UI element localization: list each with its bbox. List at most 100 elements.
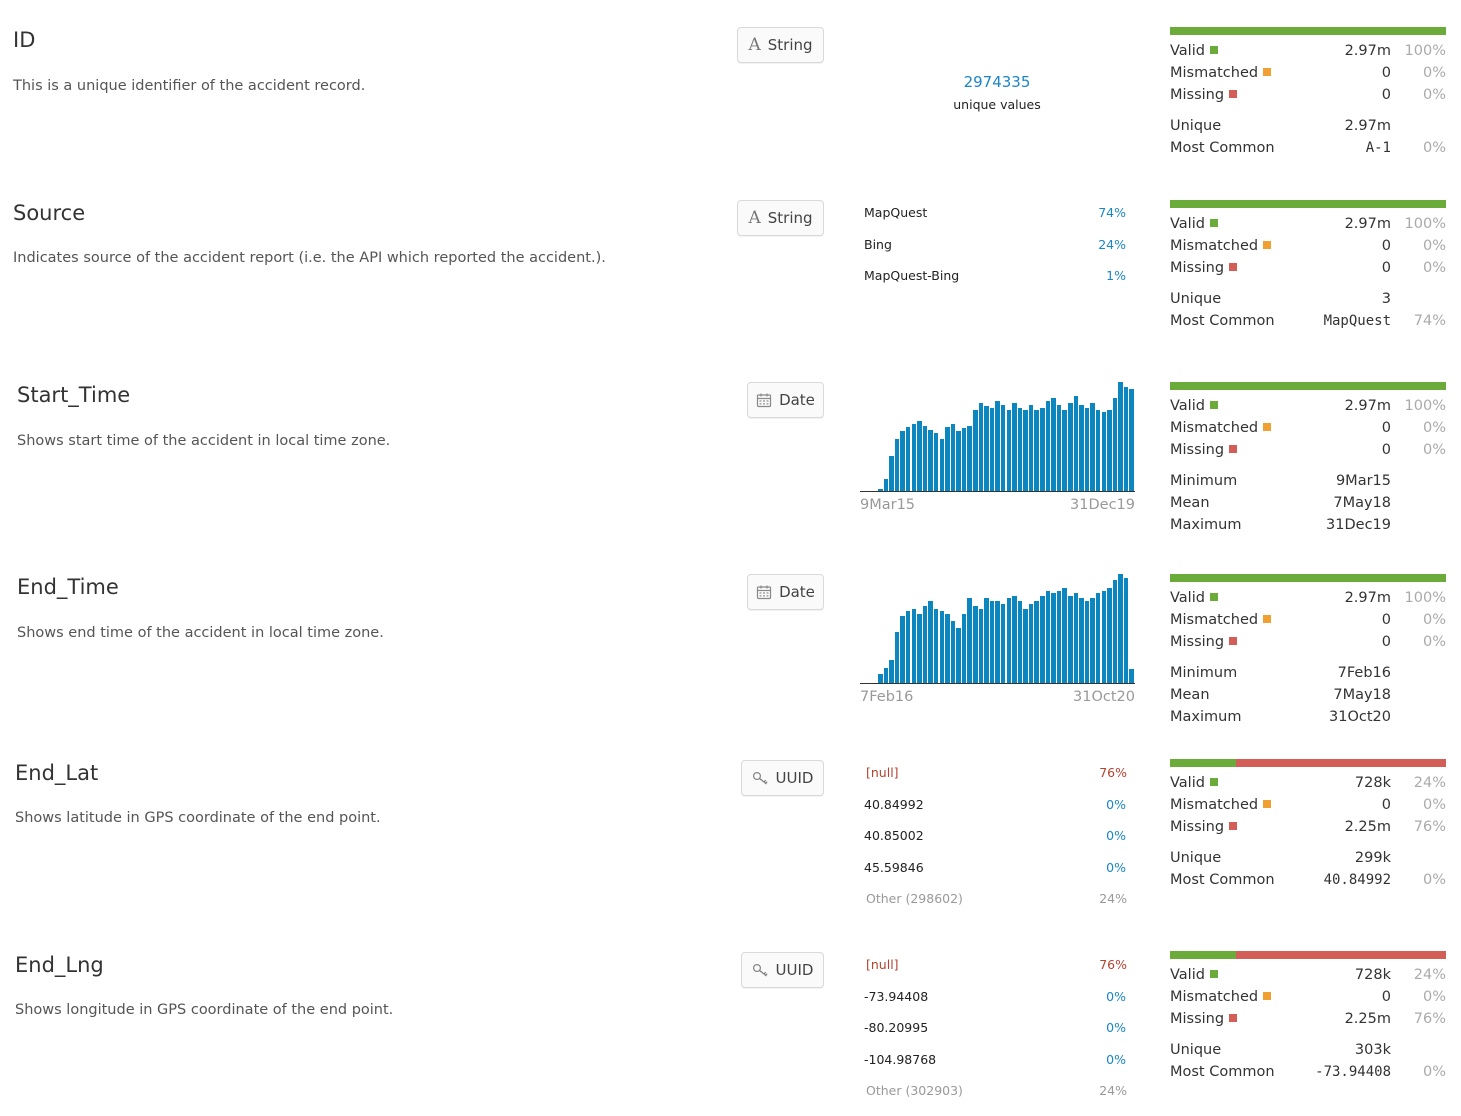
histogram-bar[interactable] <box>922 606 928 683</box>
histogram-bar[interactable] <box>939 438 944 491</box>
histogram-bar[interactable] <box>1129 389 1134 491</box>
histogram-bar[interactable] <box>889 456 894 491</box>
type-button[interactable]: A String <box>737 200 824 236</box>
histogram-bar[interactable] <box>1068 402 1073 491</box>
histogram-bar[interactable] <box>956 430 961 491</box>
histogram-bar[interactable] <box>961 613 967 683</box>
histogram-bar[interactable] <box>1123 386 1129 491</box>
histogram-bar[interactable] <box>900 616 905 683</box>
histogram-bar[interactable] <box>922 426 928 491</box>
histogram-bar[interactable] <box>1112 580 1118 683</box>
type-button[interactable]: Date <box>747 574 824 610</box>
type-button[interactable]: UUID <box>741 952 824 988</box>
histogram-bar[interactable] <box>933 608 939 683</box>
histogram-bar[interactable] <box>1006 598 1011 683</box>
histogram-bar[interactable] <box>905 427 911 491</box>
histogram-bar[interactable] <box>984 598 989 683</box>
histogram-bar[interactable] <box>989 600 995 683</box>
histogram-bar[interactable] <box>1040 595 1045 683</box>
histogram-bar[interactable] <box>911 608 916 683</box>
histogram-bar[interactable] <box>950 423 956 491</box>
histogram-bar[interactable] <box>1017 407 1023 491</box>
histogram-bar[interactable] <box>1101 412 1106 491</box>
type-button[interactable]: A String <box>737 27 824 63</box>
histogram-bar[interactable] <box>889 659 894 683</box>
histogram-bar[interactable] <box>995 600 1000 683</box>
histogram-bar[interactable] <box>1118 574 1123 683</box>
histogram-bar[interactable] <box>973 606 978 683</box>
histogram-bar[interactable] <box>1073 395 1078 491</box>
histogram-bar[interactable] <box>1090 598 1095 683</box>
stat-value: 0 <box>1381 797 1391 813</box>
histogram-bar[interactable] <box>1051 593 1056 683</box>
histogram-bar[interactable] <box>956 627 961 683</box>
histogram-bar[interactable] <box>1040 407 1045 491</box>
column-row-end-lat: End_Lat Shows latitude in GPS coordinate… <box>0 737 1461 929</box>
histogram-bar[interactable] <box>1095 409 1101 491</box>
histogram-bar[interactable] <box>1028 603 1034 683</box>
histogram-bar[interactable] <box>1056 590 1062 683</box>
histogram-bar[interactable] <box>928 429 933 491</box>
histogram-bar[interactable] <box>894 631 900 683</box>
histogram-bar[interactable] <box>1107 588 1112 683</box>
histogram-bar[interactable] <box>1045 590 1051 683</box>
histogram-bar[interactable] <box>878 674 883 683</box>
histogram-bar[interactable] <box>900 430 905 491</box>
histogram-bar[interactable] <box>1028 405 1034 491</box>
histogram-bar[interactable] <box>1056 405 1062 491</box>
histogram-bar[interactable] <box>1045 400 1051 491</box>
histogram-bar[interactable] <box>989 407 995 491</box>
histogram-bar[interactable] <box>995 400 1000 491</box>
histogram-bar[interactable] <box>1051 398 1056 491</box>
histogram-bar[interactable] <box>945 427 950 491</box>
histogram-bar[interactable] <box>883 479 889 491</box>
type-button[interactable]: Date <box>747 382 824 418</box>
histogram-bar[interactable] <box>1073 593 1078 683</box>
histogram-bar[interactable] <box>1034 409 1039 491</box>
unique-count[interactable]: 2974335 <box>900 73 1094 91</box>
histogram-bar[interactable] <box>1123 577 1129 683</box>
histogram-bar[interactable] <box>950 621 956 683</box>
histogram-bar[interactable] <box>939 611 944 683</box>
histogram-bar[interactable] <box>984 406 989 491</box>
histogram-bar[interactable] <box>1107 409 1112 491</box>
histogram-bar[interactable] <box>1079 405 1084 491</box>
histogram-bar[interactable] <box>928 600 933 683</box>
histogram-bar[interactable] <box>1012 595 1017 683</box>
histogram-bar[interactable] <box>1034 600 1039 683</box>
histogram-bar[interactable] <box>894 438 900 491</box>
histogram-bar[interactable] <box>905 611 911 683</box>
histogram-bar[interactable] <box>967 598 972 683</box>
histogram-bar[interactable] <box>961 428 967 491</box>
histogram-bar[interactable] <box>1084 407 1090 491</box>
histogram-bar[interactable] <box>1090 402 1095 491</box>
histogram-bar[interactable] <box>1023 409 1028 491</box>
histogram-bar[interactable] <box>1101 590 1106 683</box>
histogram-bar[interactable] <box>1079 598 1084 683</box>
histogram-bar[interactable] <box>1084 600 1090 683</box>
histogram-bar[interactable] <box>917 613 922 683</box>
histogram-bar[interactable] <box>1129 668 1134 683</box>
histogram-bar[interactable] <box>1000 405 1006 491</box>
histogram-bar[interactable] <box>1012 402 1017 491</box>
histogram-bar[interactable] <box>1062 588 1067 683</box>
histogram-bar[interactable] <box>1112 398 1118 491</box>
histogram-bar[interactable] <box>1062 409 1067 491</box>
histogram-bar[interactable] <box>973 409 978 491</box>
histogram-bar[interactable] <box>1095 593 1101 683</box>
histogram-bar[interactable] <box>917 421 922 491</box>
histogram-bar[interactable] <box>933 433 939 491</box>
histogram-bar[interactable] <box>1023 608 1028 683</box>
histogram-bar[interactable] <box>911 423 916 491</box>
histogram-bar[interactable] <box>945 613 950 683</box>
histogram-bar[interactable] <box>978 608 984 683</box>
type-button[interactable]: UUID <box>741 760 824 796</box>
histogram-bar[interactable] <box>883 667 889 683</box>
histogram-bar[interactable] <box>1000 603 1006 683</box>
histogram-bar[interactable] <box>1006 409 1011 491</box>
histogram-bar[interactable] <box>1118 382 1123 491</box>
histogram-bar[interactable] <box>1017 600 1023 683</box>
histogram-bar[interactable] <box>978 402 984 491</box>
histogram-bar[interactable] <box>967 426 972 491</box>
histogram-bar[interactable] <box>1068 595 1073 683</box>
